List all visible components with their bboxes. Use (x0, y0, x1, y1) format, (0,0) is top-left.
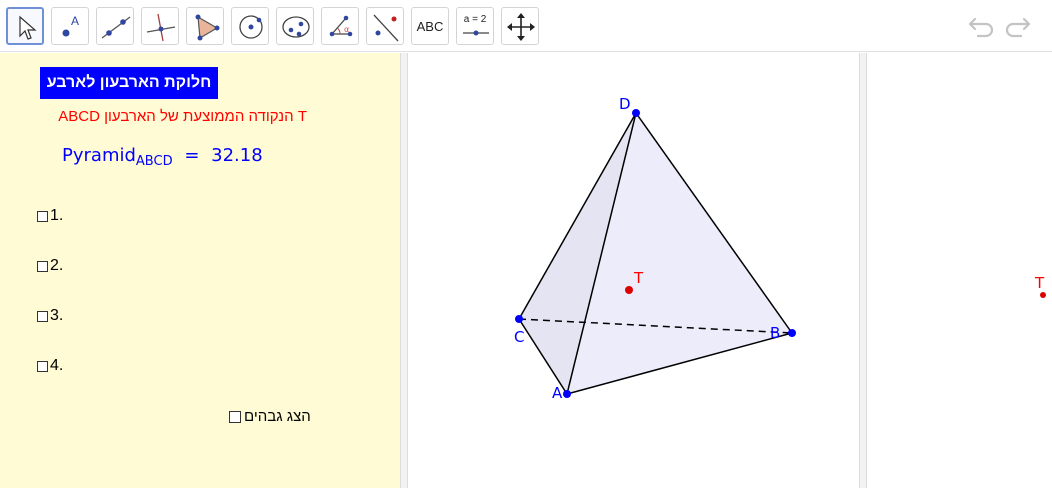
panel-divider-2[interactable] (859, 53, 867, 488)
checkbox-3[interactable] (37, 310, 48, 322)
text-tool-button[interactable]: ABC (411, 7, 449, 45)
description-text: T הנקודה הממוצעת של הארבעון ABCD (58, 108, 307, 125)
ellipse-icon (282, 16, 310, 38)
show-heights-label: הצג גבהים (244, 408, 311, 425)
tetrahedron-drawing: A B C D T (514, 95, 796, 402)
text-icon: ABC (416, 18, 444, 34)
checkbox-row-1[interactable]: 1. (37, 207, 63, 225)
label-c: C (514, 328, 524, 346)
slider-icon-label: a = 2 (463, 14, 487, 25)
perpendicular-line-tool-button[interactable] (141, 7, 179, 45)
title-button[interactable]: חלוקת הארבעון לארבע (40, 67, 218, 99)
reflect-tool-button[interactable] (366, 7, 404, 45)
point-a-icon: A (62, 14, 79, 37)
perpendicular-line-icon (146, 13, 176, 42)
checkbox-4[interactable] (37, 360, 48, 372)
angle-tool-button[interactable]: α (321, 7, 359, 45)
toolbar: A α ABC a = 2 (0, 0, 1052, 52)
pyramid-value: 32.18 (211, 145, 263, 166)
checkbox-2[interactable] (37, 260, 48, 272)
label-t: T (633, 269, 644, 287)
checkbox-1[interactable] (37, 210, 48, 222)
ellipse-tool-button[interactable] (276, 7, 314, 45)
show-heights-row[interactable]: הצג גבהים (229, 408, 311, 425)
checkbox-3-label: 3. (50, 307, 64, 324)
slider-tool-button[interactable]: a = 2 (456, 7, 494, 45)
show-heights-checkbox[interactable] (229, 410, 241, 423)
polygon-icon (195, 14, 220, 41)
checkbox-4-label: 4. (50, 357, 64, 374)
checkbox-row-2[interactable]: 2. (37, 257, 63, 275)
label-a: A (552, 384, 563, 402)
polygon-tool-button[interactable] (186, 7, 224, 45)
circle-tool-button[interactable] (231, 7, 269, 45)
circle-center-point-icon (239, 15, 263, 39)
panel-divider-1[interactable] (400, 53, 408, 488)
label-t-view2: T (1034, 274, 1045, 292)
point-a[interactable] (563, 390, 571, 398)
move-tool-button[interactable] (6, 7, 44, 45)
reflect-about-line-icon (373, 14, 399, 42)
point-d[interactable] (632, 109, 640, 117)
point-c[interactable] (515, 315, 523, 323)
move-graphics-view-icon (507, 13, 535, 41)
pyramid-equals: = (184, 145, 200, 166)
label-d: D (619, 95, 631, 113)
algebra-panel: חלוקת הארבעון לארבע T הנקודה הממוצעת של … (0, 53, 400, 488)
line-through-two-points-icon (101, 16, 131, 39)
angle-icon: α (329, 15, 353, 37)
checkbox-row-3[interactable]: 3. (37, 307, 63, 325)
undo-icon (968, 17, 994, 38)
graphics-view-2[interactable]: T (867, 53, 1052, 488)
point-t-view2[interactable] (1040, 292, 1046, 298)
label-b: B (770, 324, 780, 342)
point-b[interactable] (788, 329, 796, 337)
redo-button[interactable] (1001, 11, 1033, 41)
pyramid-subscript: ABCD (135, 154, 173, 169)
move-graphics-tool-button[interactable] (501, 7, 539, 45)
point-t[interactable] (625, 286, 633, 294)
pyramid-volume: PyramidABCD = 32.18 (62, 145, 263, 169)
checkbox-1-label: 1. (50, 207, 64, 224)
graphics-view-3d[interactable]: A B C D T (408, 53, 859, 488)
graphics-view-2-drawing: T (1034, 274, 1046, 298)
arrow-pointer-icon (19, 15, 37, 40)
line-tool-button[interactable] (96, 7, 134, 45)
redo-icon (1005, 17, 1031, 38)
pyramid-name: Pyramid (62, 145, 136, 166)
svg-text:A: A (71, 14, 79, 28)
checkbox-row-4[interactable]: 4. (37, 357, 63, 375)
checkbox-2-label: 2. (50, 257, 64, 274)
undo-button[interactable] (966, 11, 998, 41)
point-tool-button[interactable]: A (51, 7, 89, 45)
